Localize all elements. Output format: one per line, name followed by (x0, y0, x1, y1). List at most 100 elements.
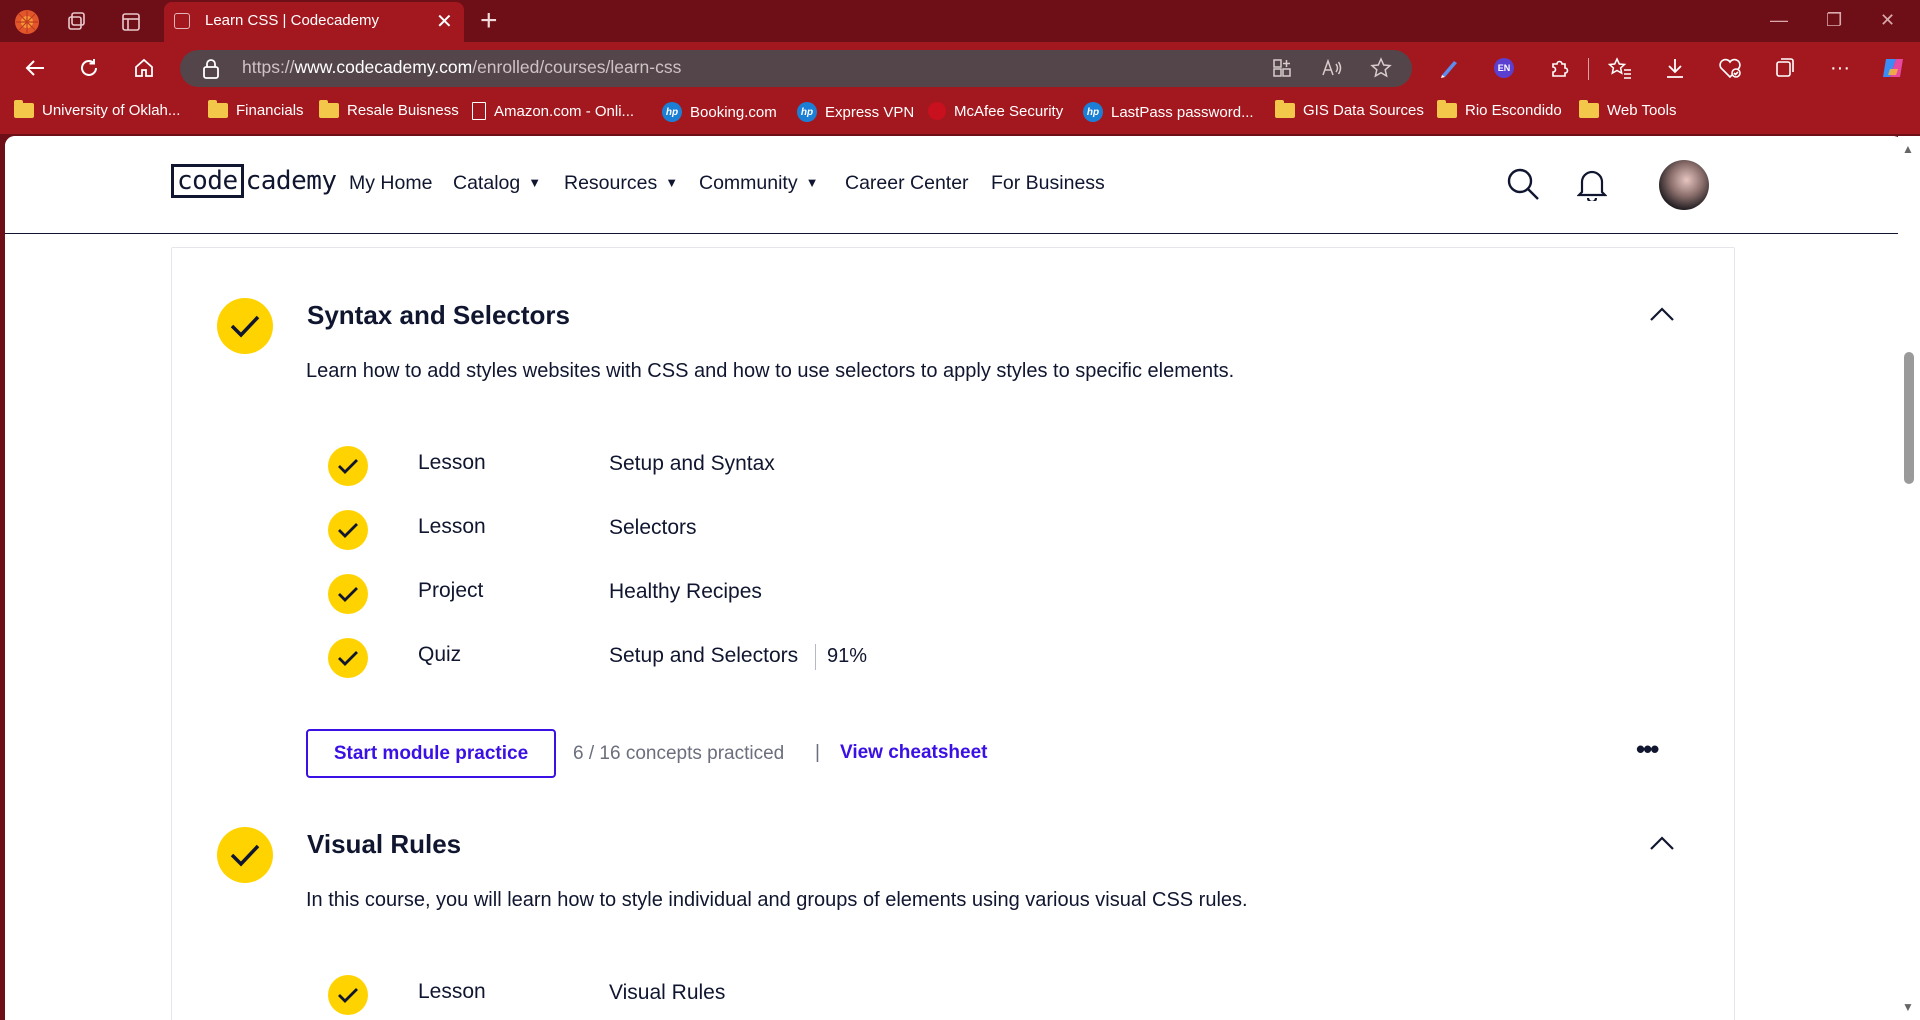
bookmark-item[interactable]: Financials (208, 100, 304, 119)
bookmark-item[interactable]: hp Express VPN (797, 102, 914, 122)
back-icon[interactable] (20, 53, 50, 83)
folder-icon (1579, 100, 1599, 118)
nav-resources[interactable]: Resources ▼ (564, 172, 678, 195)
folder-icon (208, 100, 228, 118)
downloads-icon[interactable] (1660, 53, 1690, 83)
toolbar-divider (1588, 58, 1589, 80)
logo-box-text: code (171, 164, 244, 198)
notifications-bell-icon[interactable] (1576, 167, 1608, 206)
refresh-icon[interactable] (74, 53, 104, 83)
nav-for-business[interactable]: For Business (991, 172, 1105, 195)
more-options-icon[interactable]: ··· (1825, 53, 1855, 83)
workspaces-icon[interactable] (64, 9, 90, 35)
module-title: Visual Rules (307, 829, 462, 859)
nav-my-home[interactable]: My Home (349, 172, 432, 195)
codecademy-favicon-icon (174, 13, 190, 29)
bookmark-item[interactable]: hp LastPass password... (1083, 102, 1254, 122)
profile-icon[interactable] (14, 9, 40, 35)
bookmark-item[interactable]: Web Tools (1579, 100, 1677, 119)
item-type: Lesson (418, 980, 486, 1003)
score-divider (815, 644, 816, 670)
item-complete-check-icon (328, 446, 368, 486)
mcafee-icon (928, 102, 946, 120)
chevron-up-icon[interactable] (1649, 306, 1675, 327)
item-complete-check-icon (328, 975, 368, 1015)
bookmark-item[interactable]: Amazon.com - Onli... (472, 102, 634, 120)
vertical-tabs-icon[interactable] (118, 9, 144, 35)
item-complete-check-icon (328, 574, 368, 614)
favorite-star-icon[interactable] (1366, 53, 1396, 83)
module-complete-check-icon (217, 827, 273, 883)
bookmark-item[interactable]: GIS Data Sources (1275, 100, 1424, 119)
item-link[interactable]: Selectors (609, 516, 697, 540)
module-title: Syntax and Selectors (307, 300, 570, 330)
bookmark-label: Booking.com (690, 103, 777, 121)
module-description: In this course, you will learn how to st… (306, 889, 1248, 911)
bookmark-label: McAfee Security (954, 102, 1064, 120)
browser-essentials-icon[interactable] (1715, 53, 1745, 83)
more-options-icon[interactable]: ••• (1636, 734, 1659, 765)
avatar[interactable] (1659, 160, 1709, 210)
scroll-down-arrow-icon[interactable]: ▼ (1902, 1000, 1914, 1014)
bookmark-label: Rio Escondido (1465, 102, 1562, 119)
nav-catalog[interactable]: Catalog ▼ (453, 172, 541, 195)
new-tab-icon[interactable]: + (480, 4, 498, 38)
close-tab-icon[interactable]: ✕ (436, 9, 453, 34)
bookmark-label: Express VPN (825, 103, 915, 121)
url-host: www.codecademy.com (294, 57, 473, 77)
hp-icon: hp (662, 102, 682, 122)
item-complete-check-icon (328, 510, 368, 550)
item-link[interactable]: Healthy Recipes (609, 580, 762, 604)
read-aloud-icon[interactable] (1317, 53, 1347, 83)
quiz-score: 91% (827, 645, 868, 667)
lock-icon[interactable] (202, 59, 220, 84)
copilot-icon[interactable] (1878, 53, 1908, 83)
nav-career-center[interactable]: Career Center (845, 172, 969, 195)
codecademy-logo[interactable]: code cademy (171, 164, 337, 198)
url-path: /enrolled/courses/learn-css (472, 57, 682, 77)
restore-icon[interactable]: ❐ (1826, 10, 1842, 31)
bookmark-item[interactable]: Resale Buisness (319, 100, 459, 119)
caret-down-icon: ▼ (805, 175, 819, 190)
caret-down-icon: ▼ (665, 175, 679, 190)
bookmark-label: Resale Buisness (347, 102, 459, 119)
scroll-up-arrow-icon[interactable]: ▲ (1902, 142, 1914, 156)
scrollbar-thumb[interactable] (1904, 352, 1914, 484)
item-link[interactable]: Visual Rules (609, 981, 725, 1005)
scrollbar-track[interactable] (1898, 136, 1920, 1020)
minimize-icon[interactable]: — (1770, 10, 1788, 31)
app-available-icon[interactable] (1267, 53, 1297, 83)
close-window-icon[interactable]: ✕ (1880, 10, 1895, 31)
item-type: Project (418, 579, 484, 602)
item-complete-check-icon (328, 638, 368, 678)
pen-extension-icon[interactable] (1434, 53, 1464, 83)
home-icon[interactable] (129, 53, 159, 83)
favorites-icon[interactable] (1605, 53, 1635, 83)
caret-down-icon: ▼ (528, 175, 542, 190)
bookmark-item[interactable]: hp Booking.com (662, 102, 777, 122)
bookmark-item[interactable]: Rio Escondido (1437, 100, 1562, 119)
search-icon[interactable] (1506, 167, 1540, 206)
tab-title: Learn CSS | Codecademy (205, 12, 379, 29)
item-link[interactable]: Setup and Selectors (609, 644, 798, 668)
hp-icon: hp (797, 102, 817, 122)
item-type: Quiz (418, 643, 462, 666)
url-text[interactable]: https://www.codecademy.com/enrolled/cour… (242, 57, 681, 78)
url-prefix: https:// (242, 57, 295, 77)
bookmark-item[interactable]: McAfee Security (928, 102, 1063, 120)
nav-community[interactable]: Community ▼ (699, 172, 818, 195)
language-extension-icon[interactable]: EN (1489, 53, 1519, 83)
bookmark-label: Web Tools (1607, 102, 1677, 119)
item-link[interactable]: Setup and Syntax (609, 452, 775, 476)
folder-icon (1437, 100, 1457, 118)
hp-icon: hp (1083, 102, 1103, 122)
start-module-practice-button[interactable]: Start module practice (306, 729, 556, 778)
logo-rest-text: cademy (245, 166, 337, 196)
collections-icon[interactable] (1770, 53, 1800, 83)
view-cheatsheet-link[interactable]: View cheatsheet (840, 742, 988, 764)
extensions-puzzle-icon[interactable] (1545, 53, 1575, 83)
extension-badge: EN (1494, 58, 1514, 78)
separator: | (815, 742, 820, 763)
bookmark-item[interactable]: University of Oklah... (14, 100, 180, 119)
chevron-up-icon[interactable] (1649, 835, 1675, 856)
